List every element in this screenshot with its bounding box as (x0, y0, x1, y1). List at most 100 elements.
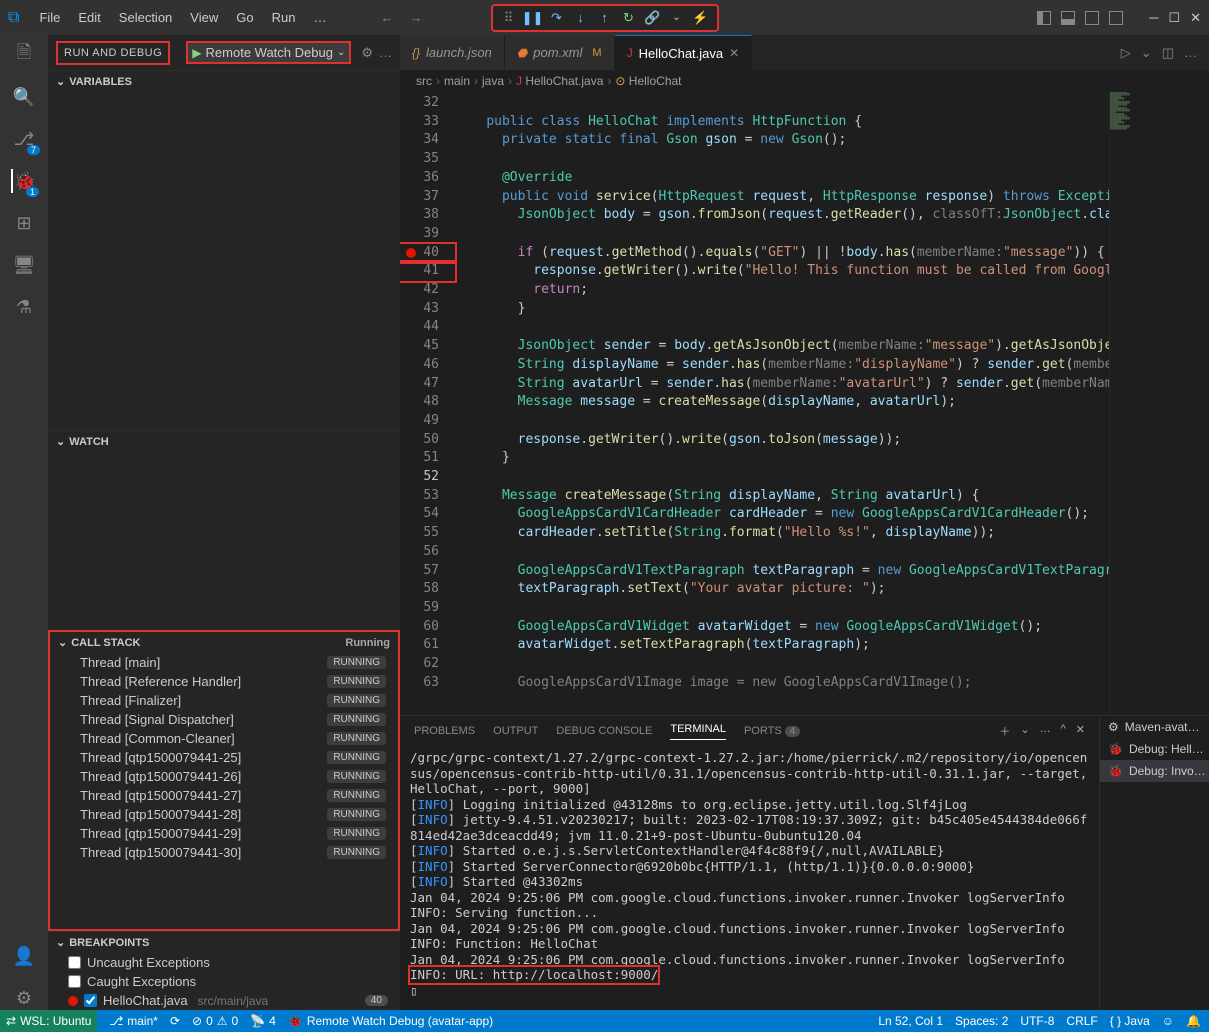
thread-row[interactable]: Thread [qtp1500079441-28]RUNNING (50, 805, 398, 824)
bp-file-label[interactable]: HelloChat.java (103, 993, 188, 1008)
bell-icon[interactable]: 🔔 (1186, 1014, 1201, 1028)
layout-bottom-icon[interactable] (1061, 11, 1075, 25)
bp-uncaught-checkbox[interactable] (68, 956, 81, 969)
layout-grid-icon[interactable] (1109, 11, 1123, 25)
menu-run[interactable]: Run (264, 6, 304, 29)
bp-caught-checkbox[interactable] (68, 975, 81, 988)
terminal-item[interactable]: ⚙Maven-avat… (1100, 716, 1209, 738)
thread-row[interactable]: Thread [qtp1500079441-30]RUNNING (50, 843, 398, 862)
encoding-indicator[interactable]: UTF-8 (1020, 1014, 1054, 1028)
layout-left-icon[interactable] (1037, 11, 1051, 25)
sync-icon[interactable]: ⟳ (170, 1014, 180, 1028)
drag-handle-icon[interactable]: ⠿ (501, 10, 517, 26)
breadcrumb-item[interactable]: main (444, 74, 470, 88)
menu-more[interactable]: … (305, 6, 334, 29)
breadcrumb[interactable]: src›main›java›J HelloChat.java›⊙ HelloCh… (400, 70, 1209, 92)
cursor-position[interactable]: Ln 52, Col 1 (878, 1014, 943, 1028)
search-icon[interactable]: 🔍 (12, 85, 36, 109)
minimap[interactable]: ████████████████████████████████████████… (1109, 92, 1209, 715)
layout-right-icon[interactable] (1085, 11, 1099, 25)
run-file-icon[interactable]: ▷ (1121, 45, 1131, 61)
section-callstack[interactable]: ⌄CALL STACKRunning (50, 632, 398, 653)
terminal-more-icon[interactable]: … (1040, 723, 1051, 739)
minimize-icon[interactable]: ─ (1149, 10, 1158, 25)
maximize-panel-icon[interactable]: ^ (1061, 723, 1066, 739)
terminal-output[interactable]: /grpc/grpc-context/1.27.2/grpc-context-1… (400, 746, 1099, 1010)
close-panel-icon[interactable]: ✕ (1076, 723, 1085, 739)
debug-target[interactable]: 🐞 Remote Watch Debug (avatar-app) (288, 1014, 493, 1028)
extensions-icon[interactable]: ⊞ (12, 211, 36, 235)
editor-tab[interactable]: ⬣pom.xml (505, 35, 615, 70)
terminal-split-menu-icon[interactable]: ⌄ (1020, 723, 1029, 739)
maximize-icon[interactable]: ☐ (1168, 10, 1180, 26)
editor-tab[interactable]: {}launch.json (400, 35, 505, 70)
account-icon[interactable]: 👤 (12, 944, 36, 968)
settings-icon[interactable]: ⚙ (12, 986, 36, 1010)
menu-edit[interactable]: Edit (70, 6, 108, 29)
section-breakpoints[interactable]: ⌄BREAKPOINTS (48, 932, 400, 953)
thread-row[interactable]: Thread [Reference Handler]RUNNING (50, 672, 398, 691)
launch-config-selector[interactable]: ▶ Remote Watch Debug ⌄ (186, 41, 351, 64)
explorer-icon[interactable]: 🗎 (12, 43, 36, 67)
nav-forward-icon[interactable]: → (409, 10, 422, 25)
test-icon[interactable]: ⚗ (12, 295, 36, 319)
hot-reload-menu-icon[interactable]: ⌄ (669, 10, 685, 26)
step-out-icon[interactable]: ↑ (597, 10, 613, 26)
git-branch[interactable]: ⎇ main* (109, 1014, 158, 1028)
pause-icon[interactable]: ❚❚ (525, 10, 541, 26)
code-content[interactable]: public class HelloChat implements HttpFu… (455, 92, 1109, 715)
menu-go[interactable]: Go (228, 6, 261, 29)
split-editor-icon[interactable]: ◫ (1162, 45, 1174, 61)
thread-row[interactable]: Thread [Finalizer]RUNNING (50, 691, 398, 710)
remote-indicator[interactable]: ⇄ WSL: Ubuntu (0, 1010, 97, 1032)
tab-ports[interactable]: PORTS 4 (744, 725, 800, 737)
thread-row[interactable]: Thread [qtp1500079441-27]RUNNING (50, 786, 398, 805)
more-icon[interactable]: … (379, 45, 392, 60)
errors-warnings[interactable]: ⊘ 0 ⚠ 0 (192, 1014, 238, 1028)
breadcrumb-item[interactable]: java (482, 74, 504, 88)
ports-forwarded[interactable]: 📡 4 (250, 1014, 276, 1028)
thread-row[interactable]: Thread [Signal Dispatcher]RUNNING (50, 710, 398, 729)
spaces-indicator[interactable]: Spaces: 2 (955, 1014, 1008, 1028)
chevron-down-icon[interactable]: ⌄ (1141, 45, 1152, 61)
close-window-icon[interactable]: ✕ (1190, 10, 1201, 26)
step-into-icon[interactable]: ↓ (573, 10, 589, 26)
thread-row[interactable]: Thread [Common-Cleaner]RUNNING (50, 729, 398, 748)
menu-selection[interactable]: Selection (111, 6, 180, 29)
terminal-item[interactable]: 🐞Debug: Invo… (1100, 760, 1209, 782)
hot-reload-icon[interactable]: 🔗 (645, 10, 661, 26)
breadcrumb-item[interactable]: src (416, 74, 432, 88)
new-terminal-icon[interactable]: ＋ (999, 723, 1010, 739)
stop-icon[interactable]: ⚡ (693, 10, 709, 26)
terminal-item[interactable]: 🐞Debug: Hell… (1100, 738, 1209, 760)
step-over-icon[interactable]: ↷ (549, 10, 565, 26)
nav-back-icon[interactable]: ← (380, 10, 393, 25)
start-debug-icon[interactable]: ▶ (192, 46, 201, 60)
language-indicator[interactable]: { } Java (1110, 1014, 1150, 1028)
eol-indicator[interactable]: CRLF (1066, 1014, 1097, 1028)
tab-terminal[interactable]: TERMINAL (670, 723, 726, 740)
breadcrumb-item[interactable]: ⊙ HelloChat (615, 74, 681, 88)
feedback-icon[interactable]: ☺ (1162, 1014, 1174, 1028)
section-variables[interactable]: ⌄VARIABLES (48, 71, 400, 92)
debug-icon[interactable]: 🐞1 (11, 169, 35, 193)
thread-row[interactable]: Thread [main]RUNNING (50, 653, 398, 672)
breadcrumb-item[interactable]: J HelloChat.java (516, 74, 603, 88)
editor-body[interactable]: 3233343536373839404142434445464748495051… (400, 92, 1209, 715)
bp-file-checkbox[interactable] (84, 994, 97, 1007)
close-tab-icon[interactable]: ✕ (729, 46, 739, 60)
tab-output[interactable]: OUTPUT (493, 725, 538, 737)
restart-icon[interactable]: ↻ (621, 10, 637, 26)
menu-file[interactable]: File (31, 6, 68, 29)
remote-explorer-icon[interactable]: 🖥 (12, 253, 36, 277)
thread-row[interactable]: Thread [qtp1500079441-26]RUNNING (50, 767, 398, 786)
tab-problems[interactable]: PROBLEMS (414, 725, 475, 737)
thread-row[interactable]: Thread [qtp1500079441-25]RUNNING (50, 748, 398, 767)
scm-icon[interactable]: ⎇7 (12, 127, 36, 151)
editor-tab[interactable]: JHelloChat.java✕ (615, 35, 753, 70)
tab-debug-console[interactable]: DEBUG CONSOLE (556, 725, 652, 737)
more-editor-icon[interactable]: … (1184, 45, 1197, 60)
gear-icon[interactable]: ⚙ (361, 45, 373, 61)
thread-row[interactable]: Thread [qtp1500079441-29]RUNNING (50, 824, 398, 843)
section-watch[interactable]: ⌄WATCH (48, 431, 400, 452)
